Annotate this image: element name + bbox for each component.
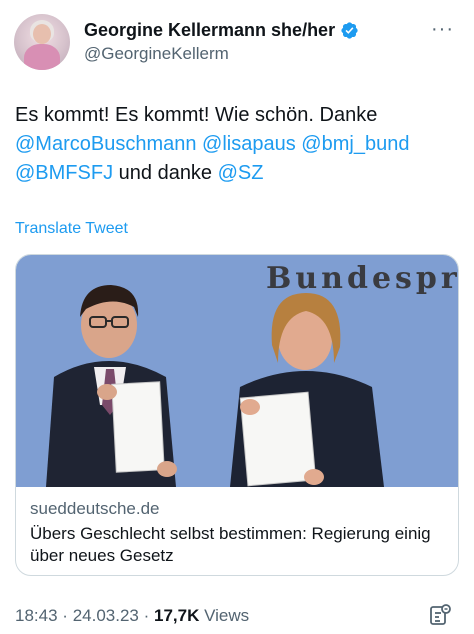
avatar-body-shape: [24, 44, 60, 70]
tweet-text-intro: Es kommt! Es kommt! Wie schön. Danke: [15, 104, 378, 126]
link-domain: sueddeutsche.de: [30, 499, 160, 518]
link-title[interactable]: Übers Geschlecht selbst bestimmen: Regie…: [30, 523, 450, 567]
verified-badge-icon[interactable]: [340, 21, 359, 40]
avatar-face-shape: [33, 24, 51, 44]
mention-link[interactable]: @BMFSFJ: [15, 162, 113, 184]
author-handle[interactable]: @GeorgineKellerm: [84, 44, 229, 64]
mention-link[interactable]: @lisapaus: [202, 133, 296, 155]
tweet-meta: 18:43 · 24.03.23 · 17,7K Views: [15, 606, 249, 626]
avatar[interactable]: [14, 14, 70, 70]
tweet-time[interactable]: 18:43: [15, 606, 58, 625]
tweet-text: Es kommt! Es kommt! Wie schön. Danke @Ma…: [15, 101, 461, 188]
link-preview-card[interactable]: Bundespress sueddeutsche.de Übers Geschl…: [15, 254, 459, 576]
meta-separator: ·: [62, 606, 68, 625]
analytics-icon[interactable]: [428, 603, 452, 627]
name-row: Georgine Kellermann she/her: [84, 20, 359, 41]
display-name[interactable]: Georgine Kellermann she/her: [84, 20, 335, 41]
tweet-header: Georgine Kellermann she/her @GeorgineKel…: [14, 14, 460, 70]
link-preview-image[interactable]: Bundespress: [16, 255, 458, 487]
meta-separator: ·: [143, 606, 150, 625]
mention-link[interactable]: @SZ: [218, 162, 264, 184]
tweet-date[interactable]: 24.03.23: [73, 606, 139, 625]
views-label: Views: [204, 606, 250, 625]
translate-tweet-link[interactable]: Translate Tweet: [15, 220, 128, 238]
mention-link[interactable]: @bmj_bund: [301, 133, 409, 155]
views-count: 17,7K: [154, 606, 200, 625]
tweet-text-part: und danke: [118, 162, 213, 184]
photo-illustration: [46, 285, 384, 487]
mention-link[interactable]: @MarcoBuschmann: [15, 133, 196, 155]
more-options-icon[interactable]: ···: [431, 18, 454, 41]
